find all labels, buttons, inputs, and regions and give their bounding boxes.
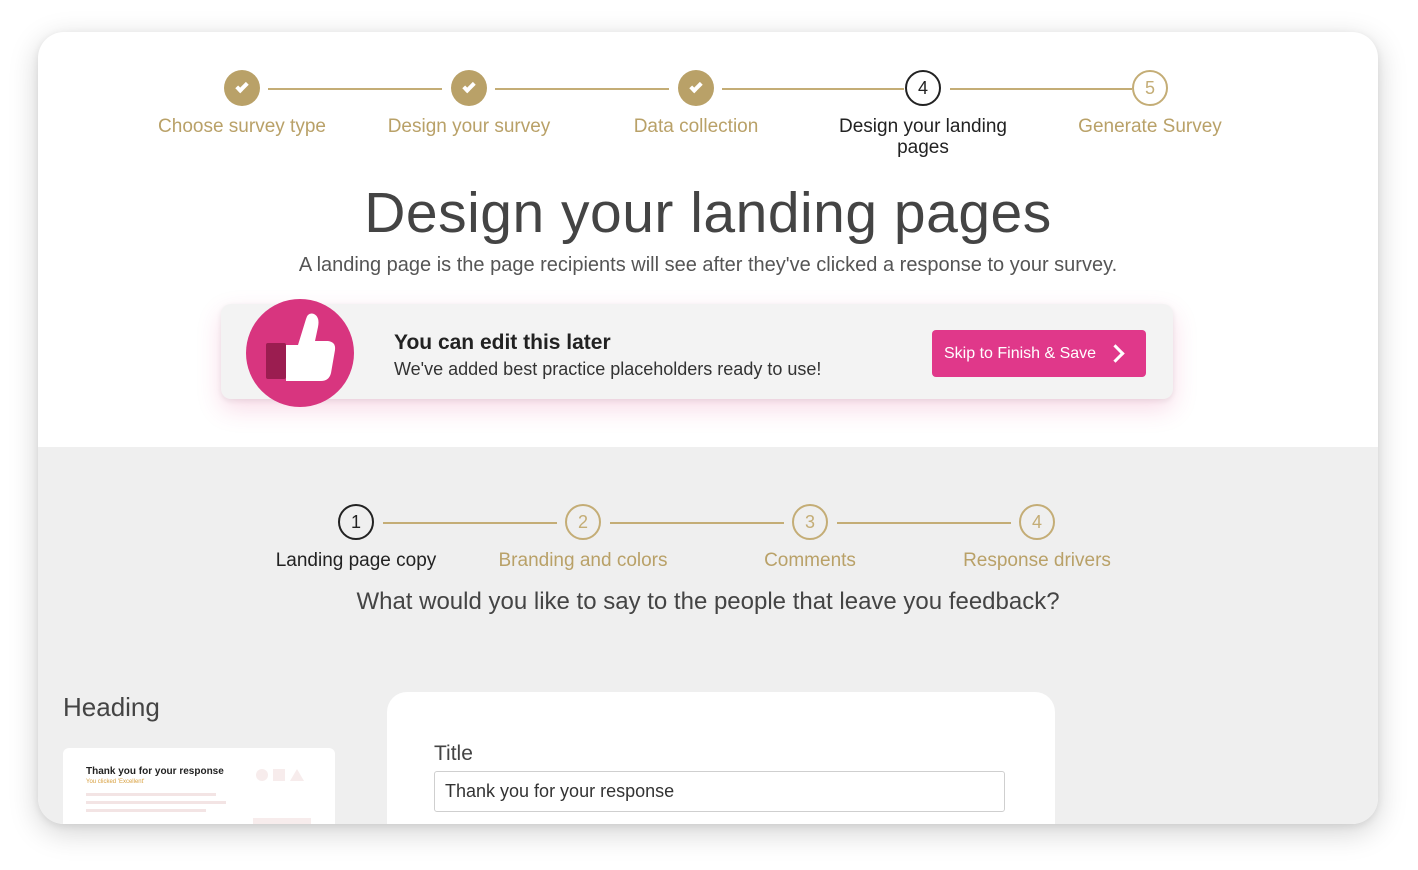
main-stepper: Choose survey type Design your survey Da… <box>38 32 1378 182</box>
banner-text: We've added best practice placeholders r… <box>394 359 822 379</box>
step-number: 4 <box>905 70 941 106</box>
title-form-card: Title <box>387 692 1055 824</box>
page-title: Design your landing pages <box>364 181 1052 245</box>
title-input[interactable] <box>434 771 1005 812</box>
check-icon <box>678 70 714 106</box>
substep-landing-page-copy[interactable]: 1 Landing page copy <box>236 504 476 572</box>
substep-response-drivers[interactable]: 4 Response drivers <box>917 504 1157 572</box>
step-choose-survey-type[interactable]: Choose survey type <box>122 70 362 137</box>
preview-title: Thank you for your response <box>86 766 224 777</box>
substep-label: Landing page copy <box>275 550 437 571</box>
step-label: Data collection <box>633 116 759 137</box>
step-label: Generate Survey <box>1078 116 1222 137</box>
wizard-card: Choose survey type Design your survey Da… <box>38 32 1378 824</box>
edit-later-banner: You can edit this later We've added best… <box>221 299 1173 407</box>
substep-label: Branding and colors <box>498 550 668 571</box>
heading-section-label: Heading <box>63 692 160 722</box>
substep-label: Comments <box>764 550 856 571</box>
step-label: Design your landing pages <box>839 116 1007 158</box>
preview-text-line <box>86 793 216 796</box>
substep-label: Response drivers <box>963 550 1111 571</box>
step-label: Design your survey <box>387 116 551 137</box>
preview-square-shape <box>273 769 285 781</box>
title-field-label: Title <box>434 742 473 765</box>
preview-circle-shape <box>256 769 268 781</box>
substep-number: 4 <box>1019 504 1055 540</box>
substep-number: 2 <box>565 504 601 540</box>
preview-text-line <box>86 801 226 804</box>
step-design-your-survey[interactable]: Design your survey <box>349 70 589 137</box>
skip-button-label: Skip to Finish & Save <box>944 344 1097 362</box>
page-subtitle: A landing page is the page recipients wi… <box>298 254 1118 276</box>
thumbs-up-icon <box>246 299 354 407</box>
preview-text-line <box>86 809 206 812</box>
step-label: Choose survey type <box>158 116 326 137</box>
preview-subtitle: You clicked 'Excellent' <box>86 779 145 785</box>
substep-comments[interactable]: 3 Comments <box>690 504 930 572</box>
check-icon <box>451 70 487 106</box>
preview-triangle-shape <box>290 769 304 781</box>
feedback-question: What would you like to say to the people… <box>356 588 1060 615</box>
landing-page-editor: 1 Landing page copy 2 Branding and color… <box>38 447 1378 824</box>
preview-button-shape <box>253 818 311 824</box>
banner-title: You can edit this later <box>394 331 611 354</box>
step-design-landing-pages[interactable]: 4 Design your landing pages <box>828 70 1018 158</box>
step-data-collection[interactable]: Data collection <box>576 70 816 137</box>
substep-branding-colors[interactable]: 2 Branding and colors <box>463 504 703 572</box>
skip-to-finish-button[interactable]: Skip to Finish & Save <box>932 330 1146 377</box>
heading-preview-thumbnail[interactable]: Thank you for your response You clicked … <box>63 748 335 824</box>
substep-number: 3 <box>792 504 828 540</box>
step-number: 5 <box>1132 70 1168 106</box>
substep-number: 1 <box>338 504 374 540</box>
chevron-right-icon <box>1106 344 1125 363</box>
step-generate-survey[interactable]: 5 Generate Survey <box>1030 70 1270 137</box>
check-icon <box>224 70 260 106</box>
